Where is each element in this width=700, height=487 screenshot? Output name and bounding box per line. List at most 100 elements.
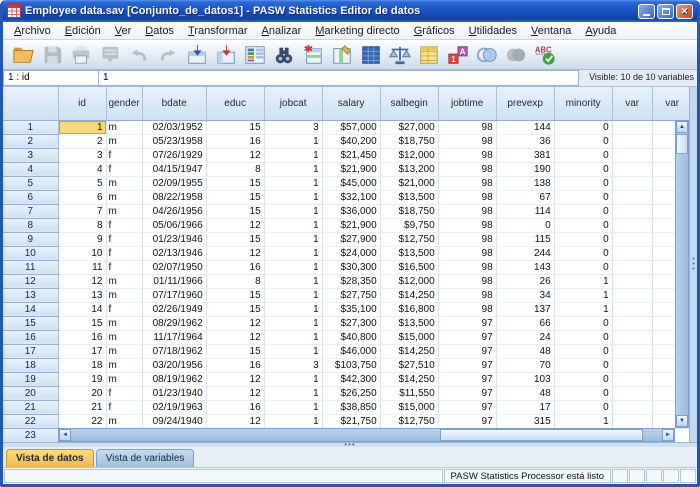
cell-6-salary[interactable]: $32,100 [322, 190, 380, 204]
cell-18-gender[interactable]: m [106, 358, 142, 372]
spell-check-button[interactable]: ABC [530, 42, 559, 68]
cell-20-salary[interactable]: $26,250 [322, 386, 380, 400]
cell-18-var1[interactable] [612, 358, 652, 372]
cell-4-bdate[interactable]: 04/15/1947 [142, 162, 206, 176]
cell-21-gender[interactable]: f [106, 400, 142, 414]
cell-20-prevexp[interactable]: 48 [496, 386, 554, 400]
cell-13-gender[interactable]: m [106, 288, 142, 302]
cell-18-minority[interactable]: 0 [554, 358, 612, 372]
cell-10-educ[interactable]: 12 [206, 246, 264, 260]
cell-15-minority[interactable]: 0 [554, 316, 612, 330]
use-variable-sets-button[interactable] [472, 42, 501, 68]
cell-16-gender[interactable]: m [106, 330, 142, 344]
row-header-8[interactable]: 8 [3, 218, 58, 232]
menu-item-ver[interactable]: Ver [108, 23, 139, 39]
cell-21-salary[interactable]: $38,850 [322, 400, 380, 414]
cell-22-id[interactable]: 22 [58, 414, 106, 428]
cell-6-id[interactable]: 6 [58, 190, 106, 204]
column-header-prevexp[interactable]: prevexp [496, 87, 554, 120]
menu-item-archivo[interactable]: Archivo [7, 23, 58, 39]
cell-18-salary[interactable]: $103,750 [322, 358, 380, 372]
cell-2-jobtime[interactable]: 98 [438, 134, 496, 148]
cell-21-educ[interactable]: 16 [206, 400, 264, 414]
column-header-jobtime[interactable]: jobtime [438, 87, 496, 120]
cell-16-salary[interactable]: $40,800 [322, 330, 380, 344]
column-header-id[interactable]: id [58, 87, 106, 120]
cell-1-bdate[interactable]: 02/03/1952 [142, 120, 206, 134]
cell-12-salary[interactable]: $28,350 [322, 274, 380, 288]
vertical-scrollbar[interactable]: ▲ ▼ [675, 120, 689, 428]
cell-20-jobcat[interactable]: 1 [264, 386, 322, 400]
menu-item-edici-n[interactable]: Edición [58, 23, 108, 39]
cell-17-jobtime[interactable]: 97 [438, 344, 496, 358]
row-header-15[interactable]: 15 [3, 316, 58, 330]
cell-1-salary[interactable]: $57,000 [322, 120, 380, 134]
row-header-16[interactable]: 16 [3, 330, 58, 344]
cell-14-jobcat[interactable]: 1 [264, 302, 322, 316]
cell-15-jobtime[interactable]: 97 [438, 316, 496, 330]
cell-9-minority[interactable]: 0 [554, 232, 612, 246]
cell-7-id[interactable]: 7 [58, 204, 106, 218]
cell-8-salary[interactable]: $21,900 [322, 218, 380, 232]
cell-11-jobtime[interactable]: 98 [438, 260, 496, 274]
cell-5-minority[interactable]: 0 [554, 176, 612, 190]
cell-16-id[interactable]: 16 [58, 330, 106, 344]
cell-19-salbegin[interactable]: $14,250 [380, 372, 438, 386]
cell-6-jobcat[interactable]: 1 [264, 190, 322, 204]
cell-14-salary[interactable]: $35,100 [322, 302, 380, 316]
cell-4-jobtime[interactable]: 98 [438, 162, 496, 176]
cell-15-salary[interactable]: $27,300 [322, 316, 380, 330]
cell-10-jobtime[interactable]: 98 [438, 246, 496, 260]
cell-16-var1[interactable] [612, 330, 652, 344]
cell-6-prevexp[interactable]: 67 [496, 190, 554, 204]
cell-14-jobtime[interactable]: 98 [438, 302, 496, 316]
cell-4-prevexp[interactable]: 190 [496, 162, 554, 176]
cell-12-jobtime[interactable]: 98 [438, 274, 496, 288]
cell-9-educ[interactable]: 15 [206, 232, 264, 246]
cell-19-minority[interactable]: 0 [554, 372, 612, 386]
cell-3-salbegin[interactable]: $12,000 [380, 148, 438, 162]
cell-21-jobtime[interactable]: 97 [438, 400, 496, 414]
cell-18-jobcat[interactable]: 3 [264, 358, 322, 372]
cell-12-prevexp[interactable]: 26 [496, 274, 554, 288]
cell-22-jobcat[interactable]: 1 [264, 414, 322, 428]
row-header-3[interactable]: 3 [3, 148, 58, 162]
cell-22-salary[interactable]: $21,750 [322, 414, 380, 428]
cell-15-var1[interactable] [612, 316, 652, 330]
cell-4-salbegin[interactable]: $13,200 [380, 162, 438, 176]
cell-5-jobtime[interactable]: 98 [438, 176, 496, 190]
row-header-9[interactable]: 9 [3, 232, 58, 246]
cell-16-salbegin[interactable]: $15,000 [380, 330, 438, 344]
cell-9-jobtime[interactable]: 98 [438, 232, 496, 246]
cell-8-minority[interactable]: 0 [554, 218, 612, 232]
cell-17-salbegin[interactable]: $14,250 [380, 344, 438, 358]
cell-14-bdate[interactable]: 02/26/1949 [142, 302, 206, 316]
grid-corner-cell[interactable] [3, 87, 58, 120]
cell-10-bdate[interactable]: 02/13/1946 [142, 246, 206, 260]
cell-7-jobcat[interactable]: 1 [264, 204, 322, 218]
cell-13-salary[interactable]: $27,750 [322, 288, 380, 302]
cell-22-var1[interactable] [612, 414, 652, 428]
cell-7-salary[interactable]: $36,000 [322, 204, 380, 218]
cell-8-bdate[interactable]: 05/06/1966 [142, 218, 206, 232]
cell-16-bdate[interactable]: 11/17/1964 [142, 330, 206, 344]
cell-1-jobcat[interactable]: 3 [264, 120, 322, 134]
cell-22-jobtime[interactable]: 97 [438, 414, 496, 428]
cell-13-var1[interactable] [612, 288, 652, 302]
cell-17-var1[interactable] [612, 344, 652, 358]
cell-5-var1[interactable] [612, 176, 652, 190]
cell-13-prevexp[interactable]: 34 [496, 288, 554, 302]
cell-14-id[interactable]: 14 [58, 302, 106, 316]
cell-21-bdate[interactable]: 02/19/1963 [142, 400, 206, 414]
cell-7-salbegin[interactable]: $18,750 [380, 204, 438, 218]
row-header-20[interactable]: 20 [3, 386, 58, 400]
cell-11-educ[interactable]: 16 [206, 260, 264, 274]
cell-17-bdate[interactable]: 07/18/1962 [142, 344, 206, 358]
cell-11-gender[interactable]: f [106, 260, 142, 274]
cell-5-id[interactable]: 5 [58, 176, 106, 190]
menu-item-ayuda[interactable]: Ayuda [578, 23, 623, 39]
cell-17-prevexp[interactable]: 48 [496, 344, 554, 358]
cell-14-var1[interactable] [612, 302, 652, 316]
row-header-13[interactable]: 13 [3, 288, 58, 302]
column-header-var1[interactable]: var [612, 87, 652, 120]
